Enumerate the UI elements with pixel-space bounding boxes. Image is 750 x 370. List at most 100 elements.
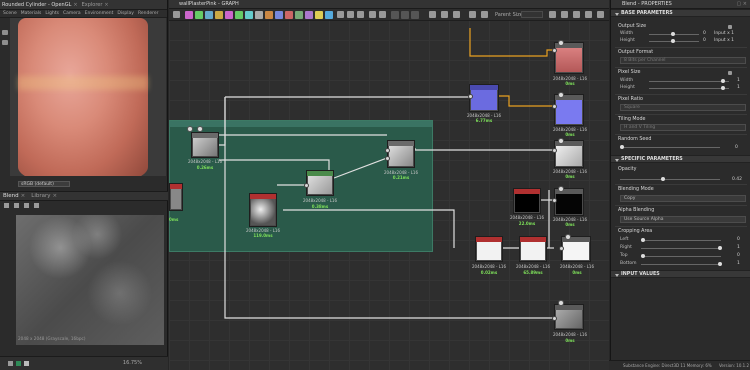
tab-blend[interactable]: Blend × xyxy=(3,193,25,199)
close-icon[interactable]: × xyxy=(53,193,58,199)
height-slider-knob[interactable] xyxy=(671,39,675,43)
link-icon[interactable] xyxy=(728,25,732,29)
crop-left-knob[interactable] xyxy=(641,238,645,242)
crop-right-knob[interactable] xyxy=(718,246,722,250)
swatch-icon[interactable] xyxy=(16,361,21,366)
cropping-area-label: Cropping Area xyxy=(618,229,653,234)
node-thumbnail xyxy=(389,146,413,166)
graph-node-levels[interactable] xyxy=(306,170,334,196)
tab-library[interactable]: Library × xyxy=(31,193,57,199)
crop-top-slider[interactable] xyxy=(641,256,721,257)
channel-icon[interactable] xyxy=(4,203,9,208)
crop-bottom-value[interactable]: 1 xyxy=(737,261,740,266)
tiling-icon[interactable] xyxy=(24,203,29,208)
graph-node-red[interactable] xyxy=(519,236,547,262)
input-pin[interactable] xyxy=(559,246,564,251)
3d-viewport[interactable] xyxy=(10,18,166,176)
height-value[interactable]: 0 xyxy=(703,38,706,43)
link-icon[interactable] xyxy=(728,71,732,75)
camera-icon[interactable] xyxy=(2,30,8,35)
pixel-height-slider[interactable] xyxy=(649,88,729,89)
graph-node-black[interactable] xyxy=(513,188,541,214)
color-space-select[interactable]: sRGB (default) xyxy=(18,181,70,187)
graph-node-output[interactable] xyxy=(554,42,584,74)
divider xyxy=(615,226,747,227)
crop-top-knob[interactable] xyxy=(641,254,645,258)
input-pin[interactable] xyxy=(552,48,557,53)
crop-left-value[interactable]: 0 xyxy=(737,237,740,242)
crop-right-value[interactable]: 1 xyxy=(737,245,740,250)
input-pin[interactable] xyxy=(552,316,557,321)
pixel-height-slider-knob[interactable] xyxy=(721,86,725,90)
input-pin[interactable] xyxy=(385,148,390,153)
width-slider-knob[interactable] xyxy=(671,32,675,36)
crop-bottom-slider[interactable] xyxy=(641,264,721,265)
input-values-section[interactable]: INPUT VALUES xyxy=(611,270,750,278)
graph-node-output[interactable] xyxy=(554,304,584,330)
graph-node-red[interactable] xyxy=(475,236,503,262)
menu-materials[interactable]: Materials xyxy=(21,11,42,16)
base-parameters-section[interactable]: BASE PARAMETERS xyxy=(611,9,750,17)
graph-node-output[interactable] xyxy=(554,188,584,216)
random-seed-slider[interactable] xyxy=(620,147,720,148)
graph-node-blend[interactable] xyxy=(387,140,415,168)
crop-left-slider[interactable] xyxy=(641,240,721,241)
save-icon[interactable] xyxy=(14,203,19,208)
graph-node-partial[interactable] xyxy=(169,183,183,211)
graph-node-output[interactable] xyxy=(561,236,591,262)
graph-node-output[interactable] xyxy=(554,94,584,126)
pixel-height-value[interactable]: 1 xyxy=(737,85,740,90)
pixel-width-slider-knob[interactable] xyxy=(721,79,725,83)
crop-right-slider[interactable] xyxy=(641,248,721,249)
pixel-ratio-select[interactable]: Square xyxy=(620,104,746,111)
panel-menu-icon[interactable]: ▢ × xyxy=(736,0,747,9)
output-badge-icon xyxy=(558,40,564,46)
node-time: 0ms xyxy=(565,174,575,179)
tiling-mode-select[interactable]: H and V Tiling xyxy=(620,124,746,131)
pixel-width-value[interactable]: 1 xyxy=(737,78,740,83)
menu-scene[interactable]: Scene xyxy=(3,11,17,16)
graph-view[interactable]: wallPlasterPink - GRAPH Parent Size: 204… xyxy=(169,0,609,370)
opacity-knob[interactable] xyxy=(661,177,665,181)
swatch-icon[interactable] xyxy=(24,361,29,366)
graph-node-normal[interactable] xyxy=(469,84,499,112)
graph-node-output[interactable] xyxy=(554,140,584,168)
light-icon[interactable] xyxy=(2,40,8,45)
input-pin[interactable] xyxy=(552,148,557,153)
pixel-width-slider[interactable] xyxy=(649,81,729,82)
opacity-value[interactable]: 0.42 xyxy=(732,177,742,182)
graph-node-selected[interactable] xyxy=(191,132,219,158)
random-seed-value[interactable]: 0 xyxy=(735,145,738,150)
settings-icon[interactable] xyxy=(34,203,39,208)
output-format-select[interactable]: 8 Bits per Channel xyxy=(620,57,746,64)
menu-camera[interactable]: Camera xyxy=(63,11,81,16)
width-value[interactable]: 0 xyxy=(703,31,706,36)
menu-lights[interactable]: Lights xyxy=(45,11,59,16)
menu-renderer[interactable]: Renderer xyxy=(138,11,159,16)
tab-explorer[interactable]: Explorer × xyxy=(82,2,109,8)
crop-top-value[interactable]: 0 xyxy=(737,253,740,258)
close-icon[interactable]: × xyxy=(21,193,26,199)
alpha-blending-select[interactable]: Use Source Alpha xyxy=(620,216,746,223)
graph-node-noise[interactable] xyxy=(249,193,277,227)
input-pin[interactable] xyxy=(468,94,473,99)
specific-parameters-section[interactable]: SPECIFIC PARAMETERS xyxy=(611,155,750,163)
input-pin[interactable] xyxy=(552,198,557,203)
input-pin[interactable] xyxy=(304,183,309,188)
input-pin[interactable] xyxy=(385,156,390,161)
blending-mode-select[interactable]: Copy xyxy=(620,195,746,202)
menu-display[interactable]: Display xyxy=(117,11,134,16)
crop-bottom-knob[interactable] xyxy=(718,262,722,266)
zoom-level[interactable]: 16.75% xyxy=(123,360,142,366)
node-time: 0ms xyxy=(169,217,179,222)
random-seed-knob[interactable] xyxy=(620,145,624,149)
input-pin[interactable] xyxy=(552,104,557,109)
swatch-icon[interactable] xyxy=(8,361,13,366)
menu-environment[interactable]: Environment xyxy=(85,11,114,16)
2d-texture-view[interactable] xyxy=(16,215,164,345)
close-icon[interactable]: × xyxy=(104,2,108,8)
tab-3d-view[interactable]: Rounded Cylinder - OpenGL × xyxy=(2,2,78,8)
output-badge-icon xyxy=(558,92,564,98)
close-icon[interactable]: × xyxy=(73,2,77,8)
opacity-slider[interactable] xyxy=(620,179,720,180)
